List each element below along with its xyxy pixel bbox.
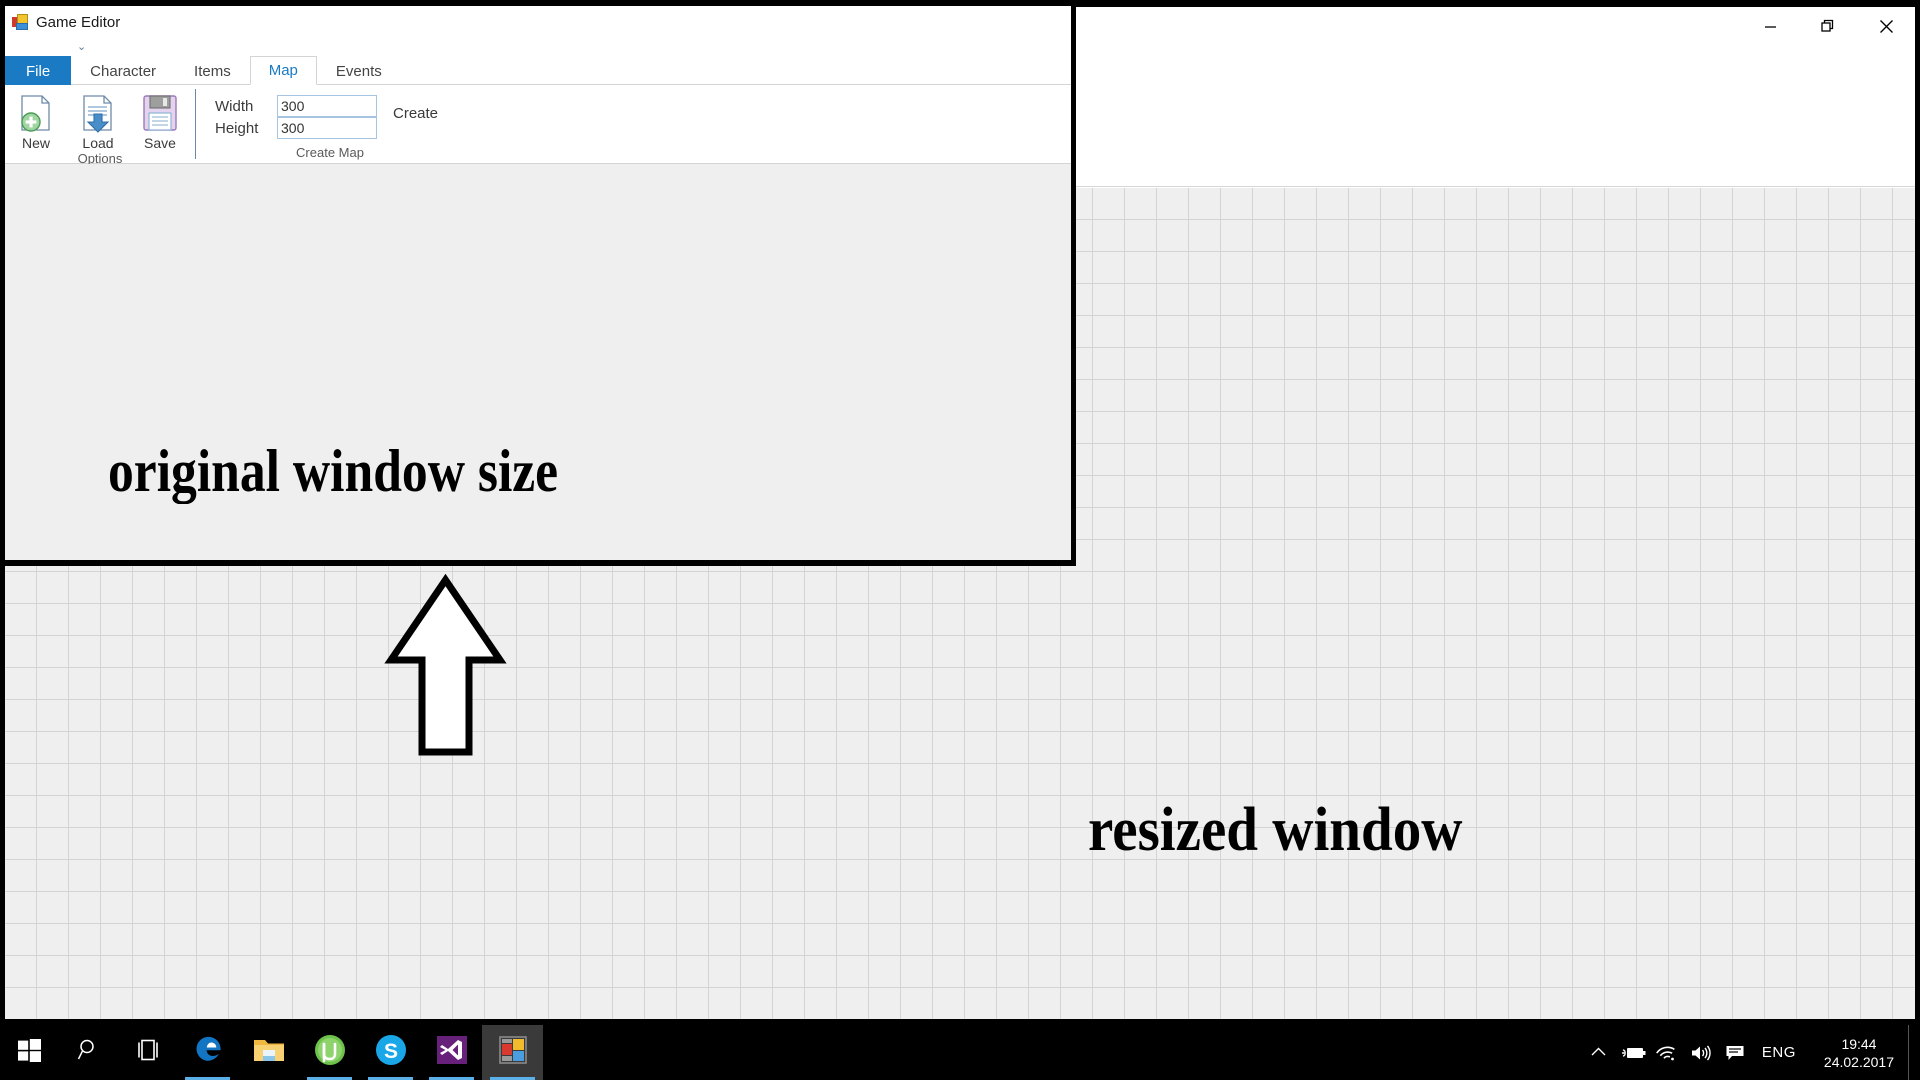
- task-view-button[interactable]: [118, 1025, 177, 1080]
- app-tiles-icon: [12, 14, 28, 30]
- annotation-original-window-size: original window size: [108, 438, 559, 504]
- folder-icon: [252, 1035, 286, 1070]
- show-desktop-button[interactable]: [1908, 1025, 1918, 1080]
- map-size-fields: Width Height: [215, 95, 377, 139]
- map-height-input[interactable]: [277, 117, 377, 139]
- map-height-label: Height: [215, 119, 259, 137]
- ribbon-tabstrip: File Character Items Map Events: [5, 56, 1071, 85]
- create-map-button[interactable]: Create: [393, 105, 438, 122]
- load-document-icon: [77, 92, 119, 134]
- start-button[interactable]: [0, 1025, 59, 1080]
- window-controls: [1741, 7, 1915, 47]
- speaker-icon[interactable]: [1684, 1025, 1718, 1080]
- save-button[interactable]: Save: [129, 89, 191, 151]
- file-explorer-button[interactable]: [238, 1025, 299, 1080]
- load-button-label: Load: [82, 135, 114, 151]
- clock-date: 24.02.2017: [1823, 1053, 1894, 1070]
- tab-character-label: Character: [90, 62, 157, 80]
- windows-logo-icon: [18, 1038, 41, 1067]
- chevron-up-icon[interactable]: [1582, 1025, 1616, 1080]
- clock[interactable]: 19:44 24.02.2017: [1810, 1025, 1908, 1080]
- edge-button[interactable]: [177, 1025, 238, 1080]
- new-document-icon: [15, 92, 57, 134]
- visual-studio-button[interactable]: [421, 1025, 482, 1080]
- skype-button[interactable]: S: [360, 1025, 421, 1080]
- load-button[interactable]: Load: [67, 89, 129, 151]
- skype-icon: S: [375, 1034, 407, 1071]
- taskbar-buttons: S: [0, 1025, 543, 1080]
- clock-time: 19:44: [1841, 1035, 1877, 1052]
- language-indicator[interactable]: ENG: [1752, 1044, 1810, 1061]
- game-editor-button[interactable]: [482, 1025, 543, 1080]
- tab-items-label: Items: [194, 62, 231, 80]
- utorrent-icon: [314, 1034, 346, 1071]
- tab-file[interactable]: File: [5, 56, 72, 85]
- restore-icon[interactable]: [1799, 7, 1857, 45]
- map-height-row: Height: [215, 117, 377, 139]
- map-width-input[interactable]: [277, 95, 377, 117]
- new-button[interactable]: New: [5, 89, 67, 151]
- tab-map[interactable]: Map: [249, 56, 317, 85]
- tab-events-label: Events: [335, 62, 382, 80]
- app-tiles-icon: [498, 1035, 528, 1070]
- map-width-label: Width: [215, 97, 254, 115]
- quick-access-toolbar: ⌄: [5, 38, 1071, 56]
- save-button-label: Save: [144, 135, 176, 151]
- window-title: Game Editor: [36, 13, 121, 31]
- create-map-controls: Width Height Create: [215, 89, 445, 139]
- notification-icon[interactable]: [1718, 1025, 1752, 1080]
- battery-icon[interactable]: [1616, 1025, 1650, 1080]
- ribbon-group-create-map: Width Height Create Create Map: [195, 85, 445, 163]
- tab-events[interactable]: Events: [317, 56, 401, 85]
- floppy-disk-icon: [139, 92, 181, 134]
- tab-items[interactable]: Items: [175, 56, 250, 85]
- taskbar: S ENG 19:44 24.02.2017: [0, 1025, 1920, 1080]
- chevron-down-icon[interactable]: ⌄: [77, 41, 86, 53]
- ribbon-group-options-items: New Load Save: [5, 89, 195, 151]
- edge-browser-icon: [191, 1033, 225, 1072]
- visual-studio-icon: [436, 1034, 468, 1071]
- minimize-icon[interactable]: [1741, 7, 1799, 45]
- up-arrow-annotation-icon: [383, 572, 508, 767]
- search-icon: [77, 1038, 101, 1067]
- close-icon[interactable]: [1857, 7, 1915, 45]
- ribbon-group-options: New Load Save Options: [5, 85, 195, 166]
- search-button[interactable]: [59, 1025, 118, 1080]
- tab-map-label: Map: [268, 62, 298, 79]
- tab-file-label: File: [26, 62, 51, 80]
- tab-character[interactable]: Character: [71, 56, 175, 85]
- desktop: Game Editor ⌄ File Character Items Map E…: [0, 0, 1920, 1080]
- map-width-row: Width: [215, 95, 377, 117]
- new-button-label: New: [21, 135, 50, 151]
- svg-text:S: S: [383, 1040, 397, 1063]
- titlebar[interactable]: Game Editor: [5, 6, 1071, 38]
- ribbon-group-create-map-label: Create Map: [296, 145, 364, 160]
- ribbon-body: New Load Save Options Width 300 Height 3…: [5, 85, 1071, 166]
- system-tray: ENG 19:44 24.02.2017: [1582, 1025, 1920, 1080]
- task-view-icon: [135, 1039, 161, 1066]
- annotation-resized-window: resized window: [1088, 796, 1463, 864]
- wifi-icon[interactable]: [1650, 1025, 1684, 1080]
- utorrent-button[interactable]: [299, 1025, 360, 1080]
